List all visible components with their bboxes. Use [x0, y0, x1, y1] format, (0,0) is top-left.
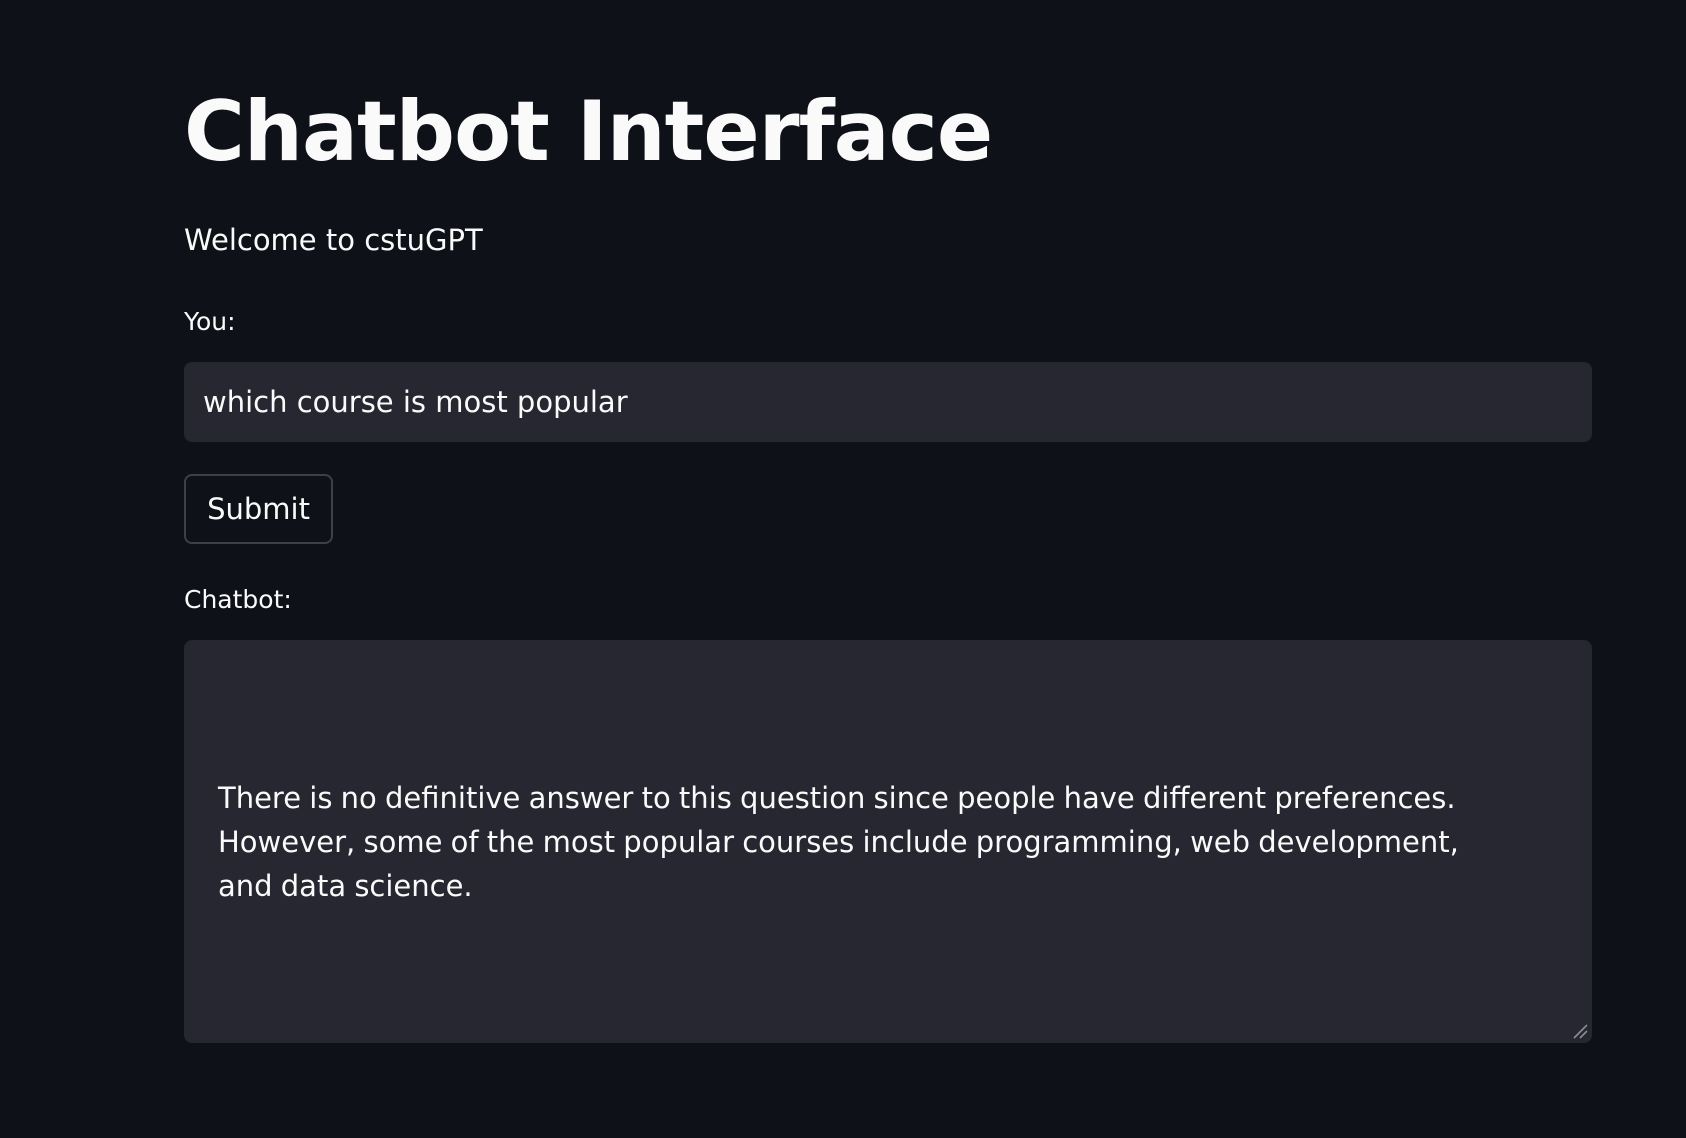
page-title: Chatbot Interface	[184, 83, 993, 180]
chatbot-label: Chatbot:	[184, 585, 292, 614]
user-message-input[interactable]	[184, 362, 1592, 442]
chatbot-response-text: There is no definitive answer to this qu…	[218, 780, 1459, 903]
resize-handle-icon[interactable]	[1571, 1022, 1589, 1040]
app-page: Chatbot Interface Welcome to cstuGPT You…	[0, 0, 1686, 1138]
welcome-text: Welcome to cstuGPT	[184, 223, 483, 257]
you-label: You:	[184, 307, 236, 336]
submit-button[interactable]: Submit	[184, 474, 333, 544]
chatbot-response-area[interactable]: There is no definitive answer to this qu…	[184, 640, 1592, 1043]
